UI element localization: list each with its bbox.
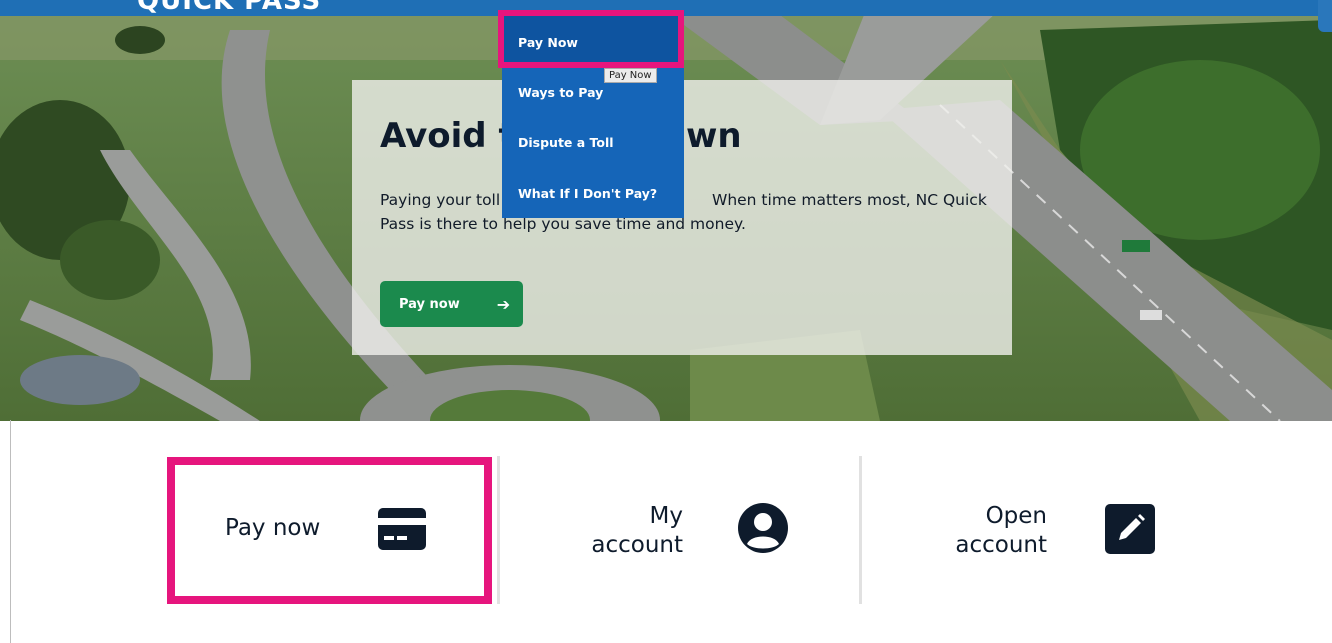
tile-open-account-label-line2: account: [955, 532, 1047, 558]
hero-text-line1-start: Paying your toll: [380, 191, 501, 209]
tile-highlight-box: [167, 457, 492, 604]
hero-pay-now-button[interactable]: Pay now ➔: [380, 281, 523, 327]
hero-heading: Avoid t wn: [380, 116, 742, 156]
menu-item-what-if-i-dont-pay[interactable]: What If I Don't Pay?: [518, 186, 657, 201]
tile-open-account-label: Open account: [947, 502, 1047, 560]
menu-item-ways-to-pay[interactable]: Ways to Pay: [518, 85, 603, 100]
site-logo[interactable]: QUICK PASS: [137, 0, 321, 16]
hero-heading-part2: wn: [686, 116, 742, 156]
tile-open-account-label-line1: Open: [985, 503, 1047, 529]
tile-my-account-label-line1: My: [649, 503, 683, 529]
arrow-right-icon: ➔: [496, 294, 511, 314]
edit-icon: [1105, 504, 1155, 554]
tile-my-account[interactable]: My account: [500, 458, 860, 603]
hero-banner: QUICK PASS Avoid t wn Paying your toll W…: [0, 0, 1332, 421]
hero-pay-now-label: Pay now: [399, 296, 460, 312]
header-right-tab: [1318, 0, 1332, 32]
tile-my-account-label: My account: [588, 502, 683, 560]
page-left-border: [10, 420, 11, 643]
hero-heading-part1: Avoid t: [380, 116, 515, 156]
menu-highlight-box: [498, 10, 684, 68]
hero-text-line1-end: When time matters most, NC Quick: [712, 191, 987, 209]
tile-open-account[interactable]: Open account: [862, 458, 1222, 603]
tile-my-account-label-line2: account: [591, 532, 683, 558]
tooltip: Pay Now: [604, 68, 657, 83]
menu-item-dispute-a-toll[interactable]: Dispute a Toll: [518, 135, 614, 150]
user-circle-icon: [738, 503, 788, 553]
